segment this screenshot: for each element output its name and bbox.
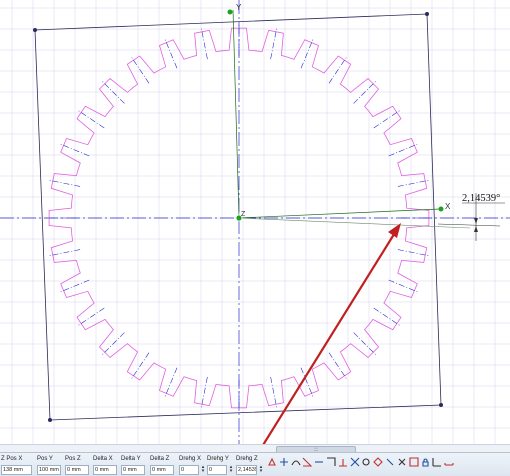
annotation-arrow bbox=[257, 223, 401, 452]
drehg-z-spinner-icon[interactable]: ▴ ▾ bbox=[258, 465, 264, 474]
tooth-centerline bbox=[328, 352, 348, 380]
frame-corner bbox=[439, 403, 443, 407]
snap-object-icon[interactable] bbox=[409, 457, 419, 468]
snap-nearest-icon[interactable] bbox=[385, 457, 395, 468]
snap-grid-icon[interactable] bbox=[267, 457, 277, 468]
tooth-centerline bbox=[200, 27, 208, 60]
drehg-z-input[interactable]: 2,14539 bbox=[236, 465, 257, 475]
field-label: Z Pos X bbox=[1, 456, 23, 462]
x-axis-line bbox=[238, 208, 441, 219]
field-pos-x: Z Pos X 138 mm bbox=[1, 456, 32, 475]
field-label: Drehg Y bbox=[207, 456, 229, 462]
centerlines bbox=[0, 0, 510, 444]
field-drehg-x: Drehg X 0 bbox=[179, 456, 202, 475]
drehg-x-input[interactable]: 0 bbox=[179, 465, 199, 475]
tooth-centerline bbox=[397, 179, 430, 187]
snap-end-icon[interactable] bbox=[326, 457, 336, 468]
tooth-centerline bbox=[48, 249, 81, 257]
measure-icon[interactable] bbox=[444, 457, 454, 468]
drehg-y-input[interactable]: 0 bbox=[207, 465, 227, 475]
snap-center-icon[interactable] bbox=[361, 457, 371, 468]
field-pos-z: Pos Z 0 mm bbox=[65, 456, 89, 475]
frame-corner bbox=[425, 12, 429, 16]
drehg-y-spinner-icon[interactable]: ▴ ▾ bbox=[228, 465, 234, 474]
field-delta-y: Delta Y 0 mm bbox=[121, 456, 145, 475]
angle-dimension-label: 2,14539° bbox=[462, 193, 500, 204]
field-pos-y: Pos Y 100 mm bbox=[37, 456, 61, 475]
field-delta-x: Delta X 0 mm bbox=[93, 456, 117, 475]
y-axis-label: Y bbox=[236, 3, 242, 12]
delta-z-input[interactable]: 0 mm bbox=[150, 465, 174, 475]
snap-off-icon[interactable] bbox=[397, 457, 407, 468]
field-label: Delta Z bbox=[150, 456, 170, 462]
pos-y-input[interactable]: 100 mm bbox=[37, 465, 61, 475]
tooth-centerline bbox=[130, 56, 150, 84]
field-label: Drehg Z bbox=[236, 456, 258, 462]
tooth-centerline bbox=[397, 249, 430, 257]
lock-axis-icon[interactable] bbox=[420, 457, 430, 468]
pos-x-input[interactable]: 138 mm bbox=[1, 465, 32, 475]
rotation-reference-line bbox=[238, 217, 471, 229]
field-delta-z: Delta Z 0 mm bbox=[150, 456, 174, 475]
x-axis-label: X bbox=[445, 202, 451, 211]
y-axis-handle[interactable] bbox=[227, 9, 233, 15]
tooth-centerline bbox=[270, 376, 278, 409]
tooth-centerline bbox=[270, 27, 278, 60]
snap-quadrant-icon[interactable] bbox=[373, 457, 383, 468]
frame-corner bbox=[48, 418, 52, 422]
field-label: Drehg X bbox=[179, 456, 202, 462]
tooth-centerline bbox=[130, 352, 150, 380]
field-drehg-y: Drehg Y 0 bbox=[207, 456, 229, 475]
ortho-icon[interactable] bbox=[432, 457, 442, 468]
tooth-centerline bbox=[328, 56, 348, 84]
snap-angle-icon[interactable] bbox=[302, 457, 313, 468]
field-label: Delta X bbox=[93, 456, 113, 462]
field-drehg-z: Drehg Z 2,14539 bbox=[236, 456, 258, 475]
pos-z-input[interactable]: 0 mm bbox=[65, 465, 89, 475]
snap-tangent-icon[interactable] bbox=[291, 457, 301, 468]
field-label: Pos Z bbox=[65, 456, 81, 462]
field-label: Delta Y bbox=[121, 456, 141, 462]
field-label: Pos Y bbox=[37, 456, 53, 462]
x-axis-handle[interactable] bbox=[438, 206, 444, 212]
snap-middle-icon[interactable] bbox=[314, 457, 324, 468]
cad-viewport[interactable]: Y X Z 2,14539° bbox=[0, 0, 510, 452]
y-axis-line bbox=[232, 9, 240, 219]
snap-intersection-icon[interactable] bbox=[350, 457, 360, 468]
background-grid bbox=[0, 0, 510, 444]
tooth-centerline bbox=[200, 376, 208, 409]
snap-perpendicular-icon[interactable] bbox=[338, 457, 348, 468]
delta-x-input[interactable]: 0 mm bbox=[93, 465, 117, 475]
origin-label: Z bbox=[241, 211, 246, 218]
tooth-centerline bbox=[48, 179, 81, 187]
snap-point-icon[interactable] bbox=[279, 457, 289, 468]
frame-corner bbox=[33, 28, 37, 32]
delta-y-input[interactable]: 0 mm bbox=[121, 465, 145, 475]
drehg-x-spinner-icon[interactable]: ▴ ▾ bbox=[200, 465, 206, 474]
